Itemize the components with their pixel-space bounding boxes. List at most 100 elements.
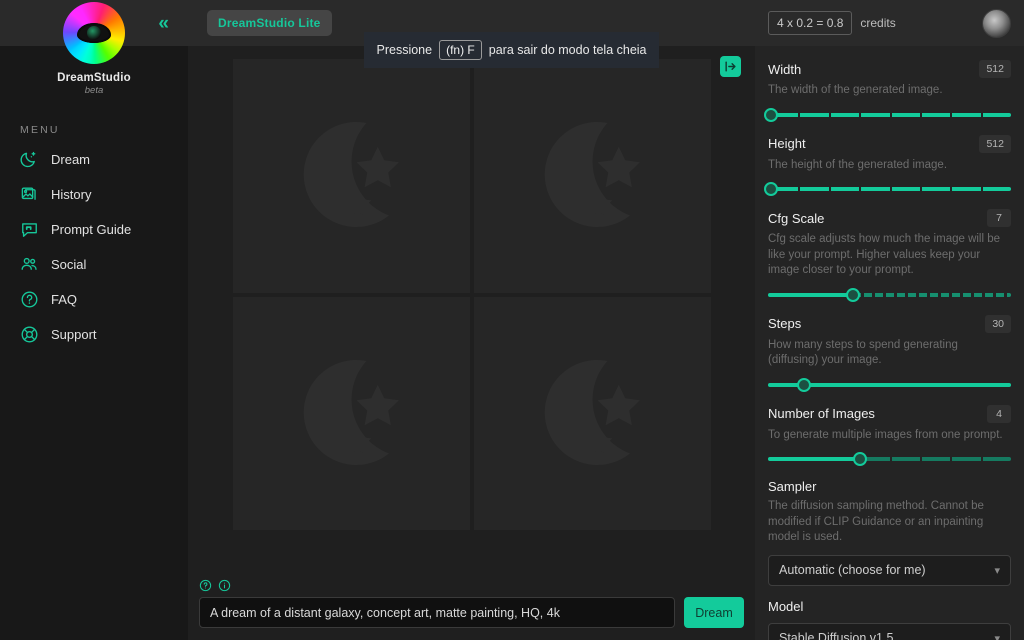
slider-fill bbox=[768, 292, 854, 297]
main-area: DreamStudio Lite A dream of a distant ga… bbox=[188, 0, 755, 640]
slider-remainder bbox=[853, 292, 1011, 297]
quote-bubble-icon bbox=[20, 220, 39, 239]
control-height: Height 512 The height of the generated i… bbox=[764, 134, 1011, 197]
control-value-badge: 512 bbox=[979, 134, 1011, 153]
cfg-scale-slider[interactable] bbox=[768, 287, 1011, 302]
canvas-wrap bbox=[188, 46, 755, 579]
dream-button[interactable]: Dream bbox=[684, 597, 744, 628]
brand-name: DreamStudio bbox=[57, 72, 131, 84]
control-header: Number of Images 4 bbox=[768, 404, 1011, 423]
crescent-moon-stars-icon bbox=[544, 359, 640, 465]
sidebar-item-label: FAQ bbox=[51, 292, 78, 307]
sidebar-item-history[interactable]: History bbox=[0, 177, 188, 212]
control-title: Width bbox=[768, 61, 802, 77]
sampler-selected-value: Automatic (choose for me) bbox=[779, 563, 926, 578]
dreamstudio-app: « DreamStudio beta MENU Dream History Pr… bbox=[0, 0, 1024, 640]
double-chevron-left-icon[interactable]: « bbox=[158, 14, 168, 33]
control-description: The diffusion sampling method. Cannot be… bbox=[768, 500, 984, 544]
control-value-badge: 512 bbox=[979, 60, 1011, 78]
image-grid bbox=[232, 59, 711, 530]
control-steps: Steps 30 How many steps to spend generat… bbox=[768, 314, 1011, 392]
control-value-badge: 4 bbox=[987, 404, 1011, 423]
sidebar-item-prompt-guide[interactable]: Prompt Guide bbox=[0, 212, 188, 247]
prompt-hints bbox=[188, 579, 755, 592]
settings-header: 4 x 0.2 = 0.8 credits bbox=[755, 0, 1024, 46]
image-tile[interactable] bbox=[473, 296, 711, 530]
slider-ticks bbox=[768, 112, 1011, 117]
sidebar-item-faq[interactable]: FAQ bbox=[0, 282, 188, 317]
question-circle-icon bbox=[20, 290, 39, 309]
sidebar-item-label: Dream bbox=[51, 152, 91, 167]
control-header: Cfg Scale 7 bbox=[768, 209, 1011, 228]
control-sampler: Sampler The diffusion sampling method. C… bbox=[768, 479, 1011, 586]
slider-thumb[interactable] bbox=[853, 452, 868, 467]
control-title: Steps bbox=[768, 316, 802, 332]
control-cfg-scale: Cfg Scale 7 Cfg scale adjusts how much t… bbox=[768, 209, 1011, 302]
control-header: Width 512 bbox=[768, 60, 1011, 78]
fullscreen-tip-after: para sair do modo tela cheia bbox=[488, 43, 647, 57]
image-tile[interactable] bbox=[473, 59, 711, 293]
control-header: Height 512 bbox=[768, 134, 1011, 153]
logo-iris bbox=[87, 26, 101, 40]
crescent-moon-stars-icon bbox=[544, 122, 640, 228]
prompt-row: Dream bbox=[188, 597, 755, 628]
control-title: Cfg Scale bbox=[768, 210, 825, 226]
chevron-down-icon: ▾ bbox=[994, 632, 1000, 640]
settings-panel: 4 x 0.2 = 0.8 credits Width 512 The widt… bbox=[755, 0, 1024, 640]
dreamstudio-lite-badge[interactable]: DreamStudio Lite bbox=[207, 10, 332, 36]
control-model: Model Stable Diffusion v1.5 ▾ bbox=[768, 599, 1011, 640]
sidebar-item-support[interactable]: Support bbox=[0, 317, 188, 352]
sidebar-item-label: Prompt Guide bbox=[51, 222, 132, 237]
model-selected-value: Stable Diffusion v1.5 bbox=[779, 631, 894, 640]
prompt-input[interactable] bbox=[199, 597, 675, 628]
slider-thumb[interactable] bbox=[764, 107, 778, 122]
settings-body: Width 512 The width of the generated ima… bbox=[755, 46, 1024, 640]
image-tile[interactable] bbox=[232, 59, 470, 293]
slider-thumb[interactable] bbox=[764, 182, 778, 197]
sidebar-item-label: Social bbox=[51, 257, 87, 272]
sidebar-item-social[interactable]: Social bbox=[0, 247, 188, 282]
control-description: The width of the generated image. bbox=[768, 84, 943, 96]
model-select[interactable]: Stable Diffusion v1.5 ▾ bbox=[768, 622, 1011, 640]
crescent-moon-stars-icon bbox=[303, 122, 399, 228]
slider-thumb[interactable] bbox=[797, 377, 812, 392]
control-title: Model bbox=[768, 598, 804, 614]
lifebuoy-icon bbox=[20, 325, 39, 344]
info-circle-icon[interactable] bbox=[218, 579, 231, 592]
logo-eye-shape bbox=[77, 23, 111, 43]
brand-subtitle: beta bbox=[84, 85, 104, 96]
question-circle-icon[interactable] bbox=[199, 579, 212, 592]
control-description: Cfg scale adjusts how much the image wil… bbox=[768, 233, 1001, 277]
moon-sparkle-icon bbox=[20, 150, 39, 169]
sidebar-item-label: History bbox=[51, 187, 92, 202]
avatar[interactable] bbox=[982, 8, 1011, 38]
steps-slider[interactable] bbox=[768, 377, 1011, 392]
control-width: Width 512 The width of the generated ima… bbox=[764, 60, 1011, 122]
crescent-moon-stars-icon bbox=[303, 359, 399, 465]
menu-section-label: MENU bbox=[20, 124, 60, 136]
sidebar-item-dream[interactable]: Dream bbox=[0, 142, 188, 177]
width-slider[interactable] bbox=[764, 107, 1011, 122]
dreamstudio-eye-logo bbox=[63, 2, 125, 64]
sampler-select[interactable]: Automatic (choose for me) ▾ bbox=[768, 554, 1011, 586]
prompt-zone: Dream bbox=[188, 579, 755, 640]
credits-value: 4 x 0.2 = 0.8 bbox=[768, 11, 853, 35]
control-title: Height bbox=[768, 136, 806, 152]
fullscreen-tip-before: Pressione bbox=[376, 43, 433, 57]
number-of-images-slider[interactable] bbox=[768, 452, 1011, 467]
slider-thumb[interactable] bbox=[846, 287, 861, 302]
sidebar: « DreamStudio beta MENU Dream History Pr… bbox=[0, 0, 188, 640]
height-slider[interactable] bbox=[764, 182, 1011, 197]
slider-ticks bbox=[768, 187, 1011, 192]
control-description: How many steps to spend generating (diff… bbox=[768, 338, 958, 367]
control-header: Sampler bbox=[768, 479, 1011, 494]
image-tile[interactable] bbox=[232, 296, 470, 530]
image-stack-icon bbox=[20, 185, 39, 204]
control-number-of-images: Number of Images 4 To generate multiple … bbox=[768, 404, 1011, 467]
control-title: Number of Images bbox=[768, 406, 875, 422]
slider-ticks bbox=[768, 457, 1011, 462]
control-value-badge: 30 bbox=[985, 314, 1011, 333]
control-title: Sampler bbox=[768, 479, 817, 495]
panel-expand-right-icon[interactable] bbox=[720, 56, 741, 77]
people-icon bbox=[20, 255, 39, 274]
